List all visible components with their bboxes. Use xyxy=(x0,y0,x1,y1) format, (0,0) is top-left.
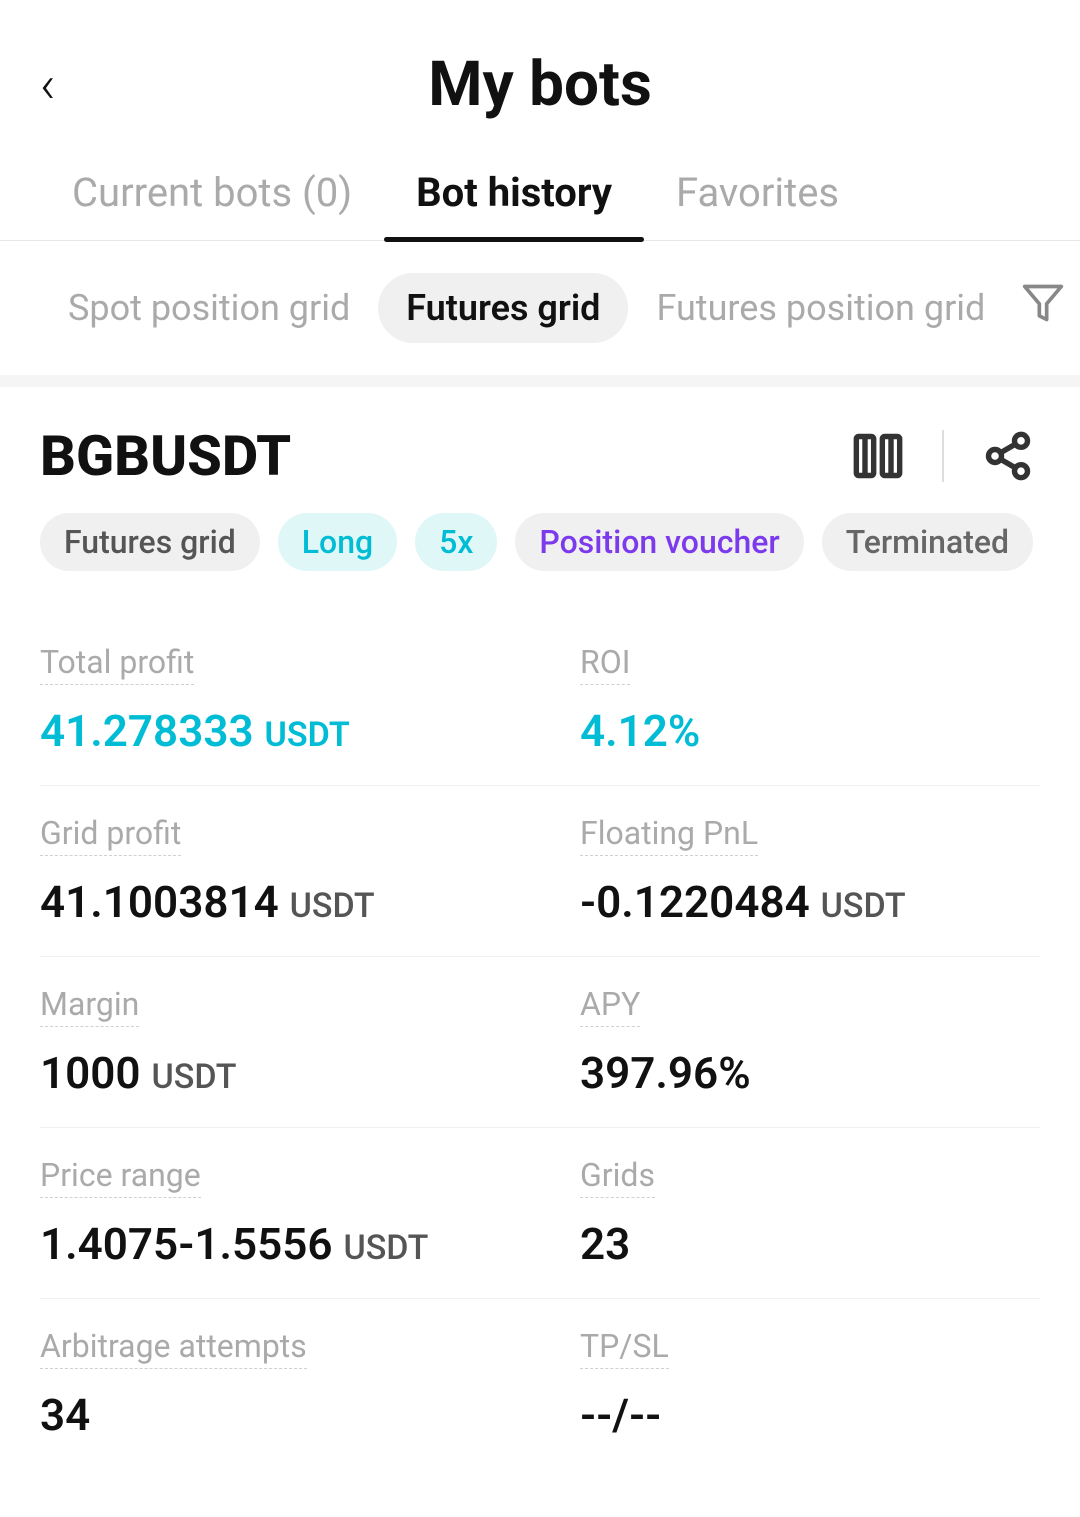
stat-arbitrage-value: 34 xyxy=(40,1389,500,1441)
share-icon[interactable] xyxy=(976,424,1040,488)
stat-apy-label: APY xyxy=(580,985,640,1027)
stat-floating-pnl-value: -0.1220484 USDT xyxy=(580,876,1040,928)
subtab-futures-pos[interactable]: Futures position grid xyxy=(628,273,1013,343)
icon-divider xyxy=(942,430,944,482)
tag-terminated: Terminated xyxy=(822,513,1033,571)
tab-favorites[interactable]: Favorites xyxy=(644,149,871,240)
subtab-spot[interactable]: Spot position grid xyxy=(40,273,378,343)
stat-price-range-value: 1.4075-1.5556 USDT xyxy=(40,1218,500,1270)
stat-tpsl: TP/SL --/-- xyxy=(540,1299,1040,1469)
back-button[interactable]: ‹ xyxy=(40,59,56,111)
tag-futures-grid: Futures grid xyxy=(40,513,260,571)
tag-leverage: 5x xyxy=(415,513,497,571)
tags-row: Futures grid Long 5x Position voucher Te… xyxy=(40,513,1040,571)
stat-grid-profit-value: 41.1003814 USDT xyxy=(40,876,500,928)
compare-icon[interactable] xyxy=(846,424,910,488)
stat-price-range: Price range 1.4075-1.5556 USDT xyxy=(40,1128,540,1299)
bot-card: BGBUSDT xyxy=(0,375,1080,1517)
stat-roi-label: ROI xyxy=(580,643,630,685)
main-tabs: Current bots (0) Bot history Favorites xyxy=(0,149,1080,241)
tag-long: Long xyxy=(278,513,397,571)
page-title: My bots xyxy=(428,48,652,121)
header: ‹ My bots xyxy=(0,0,1080,149)
stat-grids: Grids 23 xyxy=(540,1128,1040,1299)
stat-grid-profit: Grid profit 41.1003814 USDT xyxy=(40,786,540,957)
stat-apy-value: 397.96% xyxy=(580,1047,1040,1099)
stat-margin-label: Margin xyxy=(40,985,139,1027)
stats-grid: Total profit 41.278333 USDT ROI 4.12% Gr… xyxy=(40,615,1040,1469)
stat-price-range-label: Price range xyxy=(40,1156,201,1198)
filter-icon[interactable] xyxy=(1013,273,1073,343)
subtab-futures[interactable]: Futures grid xyxy=(378,273,628,343)
tag-position-voucher: Position voucher xyxy=(515,513,803,571)
stat-tpsl-label: TP/SL xyxy=(580,1327,669,1369)
stat-grids-label: Grids xyxy=(580,1156,655,1198)
stat-margin-value: 1000 USDT xyxy=(40,1047,500,1099)
stat-arbitrage: Arbitrage attempts 34 xyxy=(40,1299,540,1469)
tab-bot-history[interactable]: Bot history xyxy=(384,149,644,240)
sub-tabs: Spot position grid Futures grid Futures … xyxy=(0,241,1080,375)
stat-margin: Margin 1000 USDT xyxy=(40,957,540,1128)
stat-total-profit-value: 41.278333 USDT xyxy=(40,705,500,757)
stat-arbitrage-label: Arbitrage attempts xyxy=(40,1327,307,1369)
stat-tpsl-value: --/-- xyxy=(580,1389,1040,1441)
page: ‹ My bots Current bots (0) Bot history F… xyxy=(0,0,1080,1517)
symbol: BGBUSDT xyxy=(40,423,291,489)
stat-roi-value: 4.12% xyxy=(580,705,1040,757)
card-header: BGBUSDT xyxy=(40,423,1040,489)
stat-total-profit: Total profit 41.278333 USDT xyxy=(40,615,540,786)
stat-floating-pnl: Floating PnL -0.1220484 USDT xyxy=(540,786,1040,957)
stat-total-profit-label: Total profit xyxy=(40,643,194,685)
stat-grid-profit-label: Grid profit xyxy=(40,814,181,856)
tab-current-bots[interactable]: Current bots (0) xyxy=(40,149,384,240)
stat-apy: APY 397.96% xyxy=(540,957,1040,1128)
card-action-icons xyxy=(846,424,1040,488)
stat-grids-value: 23 xyxy=(580,1218,1040,1270)
stat-floating-pnl-label: Floating PnL xyxy=(580,814,758,856)
stat-roi: ROI 4.12% xyxy=(540,615,1040,786)
